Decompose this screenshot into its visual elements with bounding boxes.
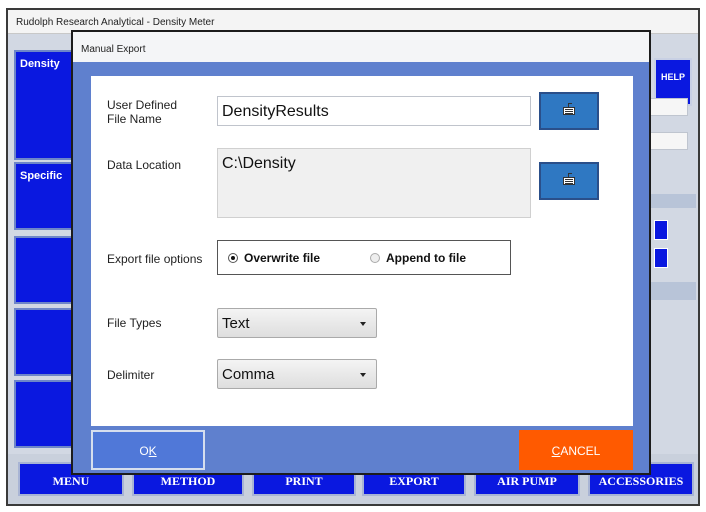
cancel-button[interactable]: CANCEL [519, 430, 633, 470]
file-types-label: File Types [107, 316, 162, 330]
bg-panel-2 [648, 282, 696, 300]
file-name-label-line1: User Defined [107, 98, 178, 112]
file-name-input[interactable]: DensityResults [217, 96, 531, 126]
bg-field-1 [648, 98, 688, 116]
dialog-title: Manual Export [73, 32, 649, 62]
ok-button[interactable]: OK [91, 430, 205, 470]
bg-panel-1 [648, 194, 696, 208]
ok-button-prefix: O [139, 444, 149, 458]
overwrite-file-radio[interactable]: Overwrite file [228, 251, 320, 265]
file-name-label-line2: File Name [107, 112, 162, 126]
data-location-label: Data Location [107, 158, 182, 172]
append-file-radio[interactable]: Append to file [370, 251, 466, 265]
cancel-button-rest: ANCEL [560, 444, 601, 458]
data-location-browse-button[interactable] [539, 162, 599, 200]
export-options-label: Export file options [107, 252, 203, 266]
ok-button-hotkey: K [148, 444, 157, 458]
sidebar-item-density[interactable]: Density [14, 50, 74, 160]
sidebar-item-3[interactable] [14, 236, 74, 304]
tab-help-label: HELP [660, 72, 685, 82]
bg-field-2 [648, 132, 688, 150]
sidebar-item-5[interactable] [14, 380, 74, 448]
radio-unchecked-icon [370, 253, 380, 263]
bg-key-1[interactable] [654, 220, 668, 240]
keyboard-icon [563, 103, 575, 115]
file-types-select[interactable]: Text [217, 308, 377, 338]
file-name-keyboard-button[interactable] [539, 92, 599, 130]
chevron-down-icon [360, 373, 366, 377]
manual-export-dialog: Manual Export User Defined File Name Den… [71, 30, 651, 475]
delimiter-label: Delimiter [107, 368, 155, 382]
bg-key-2[interactable] [654, 248, 668, 268]
chevron-down-icon [360, 322, 366, 326]
export-options-group: Overwrite file Append to file [217, 240, 511, 275]
append-file-label: Append to file [386, 251, 466, 265]
delimiter-value: Comma [222, 366, 275, 383]
sidebar-item-specific[interactable]: Specific [14, 162, 74, 230]
overwrite-file-label: Overwrite file [244, 251, 321, 265]
dialog-body: User Defined File Name DensityResults Da… [91, 76, 633, 426]
file-name-label: User Defined File Name [107, 98, 177, 126]
sidebar-item-label: Specific [20, 170, 63, 182]
sidebar-item-label: Density [20, 58, 60, 70]
keyboard-icon [563, 173, 575, 185]
file-types-value: Text [222, 315, 250, 332]
sidebar-item-4[interactable] [14, 308, 74, 376]
data-location-field[interactable]: C:\Density [217, 148, 531, 218]
delimiter-select[interactable]: Comma [217, 359, 377, 389]
radio-checked-icon [228, 253, 238, 263]
